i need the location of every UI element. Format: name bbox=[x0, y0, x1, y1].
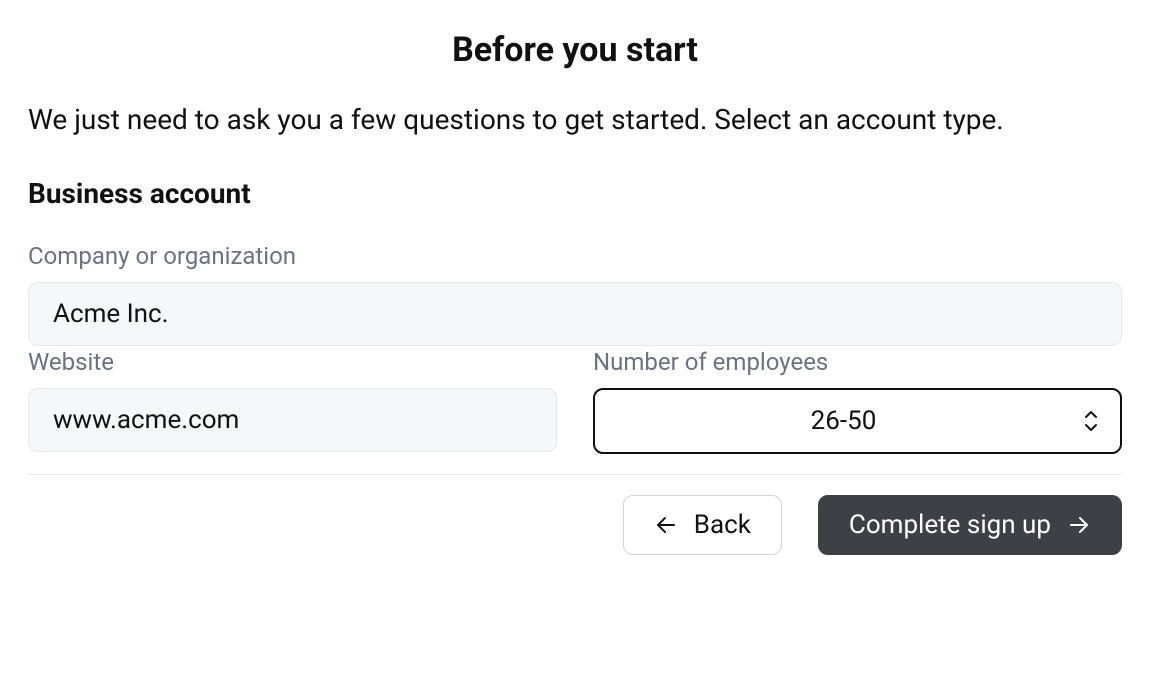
company-label: Company or organization bbox=[28, 242, 1122, 270]
company-field-group: Company or organization bbox=[28, 242, 1122, 346]
website-label: Website bbox=[28, 348, 557, 376]
page-title: Before you start bbox=[28, 30, 1122, 70]
arrow-left-icon bbox=[654, 513, 678, 537]
employees-field-group: Number of employees 26-50 bbox=[593, 348, 1122, 454]
intro-text: We just need to ask you a few questions … bbox=[28, 98, 1122, 141]
section-heading: Business account bbox=[28, 177, 1122, 210]
employees-label: Number of employees bbox=[593, 348, 1122, 376]
back-button-label: Back bbox=[694, 512, 751, 538]
divider bbox=[28, 474, 1122, 475]
back-button[interactable]: Back bbox=[623, 495, 782, 555]
button-row: Back Complete sign up bbox=[28, 495, 1122, 555]
website-input[interactable] bbox=[28, 388, 557, 452]
company-input[interactable] bbox=[28, 282, 1122, 346]
website-field-group: Website bbox=[28, 348, 557, 454]
complete-signup-label: Complete sign up bbox=[849, 512, 1051, 538]
arrow-right-icon bbox=[1067, 513, 1091, 537]
complete-signup-button[interactable]: Complete sign up bbox=[818, 495, 1122, 555]
employees-select[interactable]: 26-50 bbox=[593, 388, 1122, 454]
